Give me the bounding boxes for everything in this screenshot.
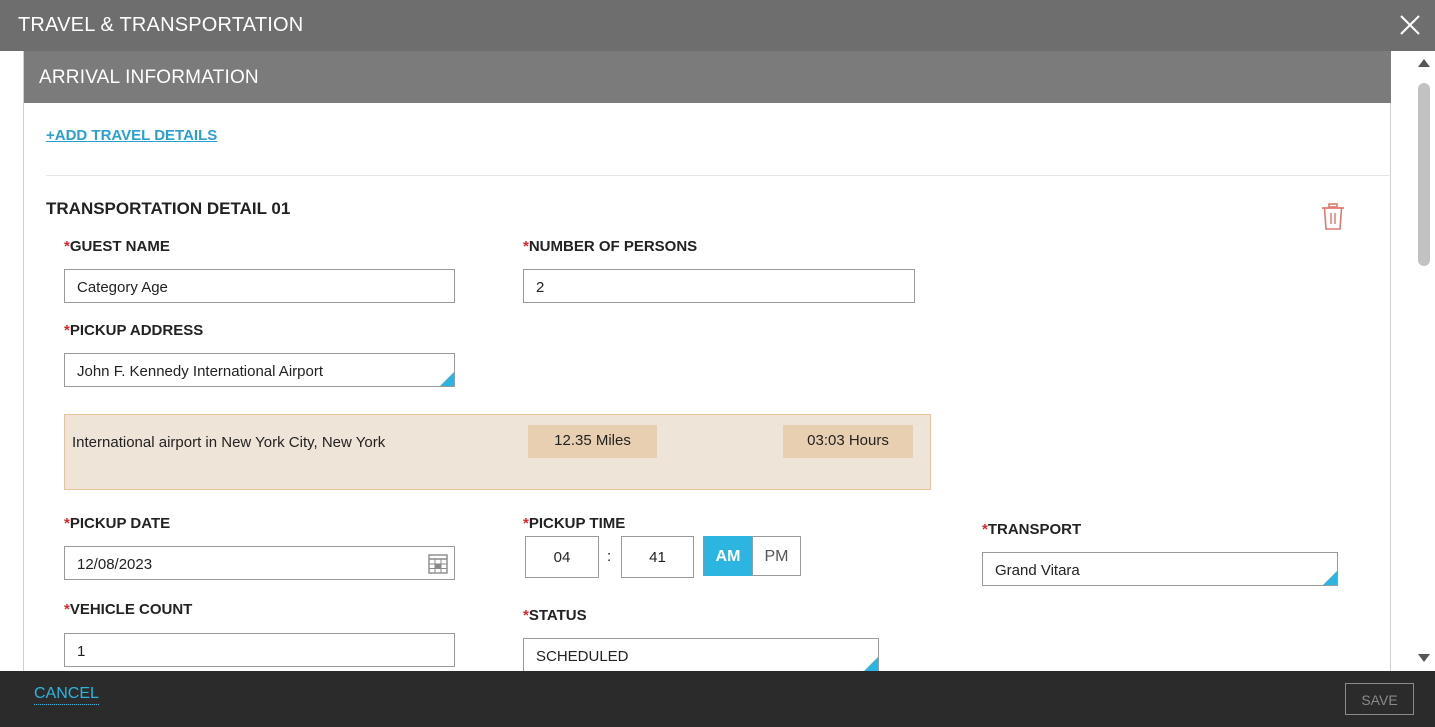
pickup-minute-field[interactable]: 41 (621, 536, 694, 578)
vehicle-count-value: 1 (77, 643, 86, 660)
num-persons-field[interactable]: 2 (523, 269, 915, 303)
close-icon[interactable] (1399, 14, 1421, 36)
transportation-detail-title: TRANSPORTATION DETAIL 01 (46, 199, 291, 218)
guest-name-value: Category Age (77, 279, 168, 296)
add-travel-details-link[interactable]: +ADD TRAVEL DETAILS (46, 127, 217, 144)
modal-body: ARRIVAL INFORMATION +ADD TRAVEL DETAILS … (0, 51, 1435, 671)
transport-label: *TRANSPORT (982, 521, 1081, 538)
guest-name-label: *GUEST NAME (64, 238, 170, 255)
cancel-button[interactable]: CANCEL (34, 685, 99, 705)
vehicle-count-field[interactable]: 1 (64, 633, 455, 667)
calendar-icon[interactable] (428, 554, 448, 574)
pickup-address-select[interactable]: John F. Kennedy International Airport (64, 353, 455, 387)
pickup-date-label: *PICKUP DATE (64, 515, 170, 532)
num-persons-label-text: NUMBER OF PERSONS (528, 238, 698, 255)
transport-value: Grand Vitara (995, 562, 1080, 579)
am-toggle[interactable]: AM (703, 536, 753, 576)
modal-footer: CANCEL SAVE (0, 671, 1435, 727)
dropdown-corner-icon (440, 372, 454, 386)
modal-title: TRAVEL & TRANSPORTATION (18, 14, 304, 36)
status-value: SCHEDULED (536, 648, 629, 665)
guest-name-label-text: GUEST NAME (69, 238, 170, 255)
save-button[interactable]: SAVE (1345, 683, 1414, 715)
pm-toggle[interactable]: PM (752, 536, 801, 576)
divider (46, 175, 1391, 176)
address-info-box: International airport in New York City, … (64, 414, 931, 490)
dropdown-corner-icon (1323, 571, 1337, 585)
num-persons-label: *NUMBER OF PERSONS (523, 238, 697, 255)
transport-select[interactable]: Grand Vitara (982, 552, 1338, 586)
status-label-text: STATUS (528, 607, 587, 624)
pickup-address-label-text: PICKUP ADDRESS (69, 322, 204, 339)
modal-header: TRAVEL & TRANSPORTATION (0, 0, 1435, 51)
status-select[interactable]: SCHEDULED (523, 638, 879, 671)
time-separator: : (607, 548, 612, 565)
pickup-date-value: 12/08/2023 (77, 556, 153, 573)
arrival-section: ARRIVAL INFORMATION +ADD TRAVEL DETAILS … (23, 51, 1391, 671)
scroll-thumb[interactable] (1418, 83, 1430, 266)
pickup-address-value: John F. Kennedy International Airport (77, 363, 323, 380)
pickup-date-label-text: PICKUP DATE (69, 515, 171, 532)
vehicle-count-label-text: VEHICLE COUNT (69, 601, 193, 618)
distance-badge: 12.35 Miles (528, 425, 657, 458)
pickup-address-label: *PICKUP ADDRESS (64, 322, 203, 339)
guest-name-field[interactable]: Category Age (64, 269, 455, 303)
duration-badge: 03:03 Hours (783, 425, 913, 458)
scrollbar[interactable] (1412, 51, 1435, 671)
num-persons-value: 2 (536, 279, 545, 296)
address-description: International airport in New York City, … (72, 434, 386, 451)
status-label: *STATUS (523, 607, 587, 624)
scroll-up-arrow-icon[interactable] (1418, 59, 1430, 67)
pickup-time-label-text: PICKUP TIME (528, 515, 626, 532)
pickup-date-field[interactable]: 12/08/2023 (64, 546, 455, 580)
vehicle-count-label: *VEHICLE COUNT (64, 601, 192, 618)
section-title: ARRIVAL INFORMATION (39, 67, 259, 88)
pickup-hour-field[interactable]: 04 (525, 536, 599, 578)
pickup-time-label: *PICKUP TIME (523, 515, 625, 532)
section-header: ARRIVAL INFORMATION (24, 51, 1391, 103)
transport-label-text: TRANSPORT (987, 521, 1082, 538)
trash-icon[interactable] (1321, 203, 1345, 231)
dropdown-corner-icon (864, 657, 878, 671)
scroll-down-arrow-icon[interactable] (1418, 654, 1430, 662)
